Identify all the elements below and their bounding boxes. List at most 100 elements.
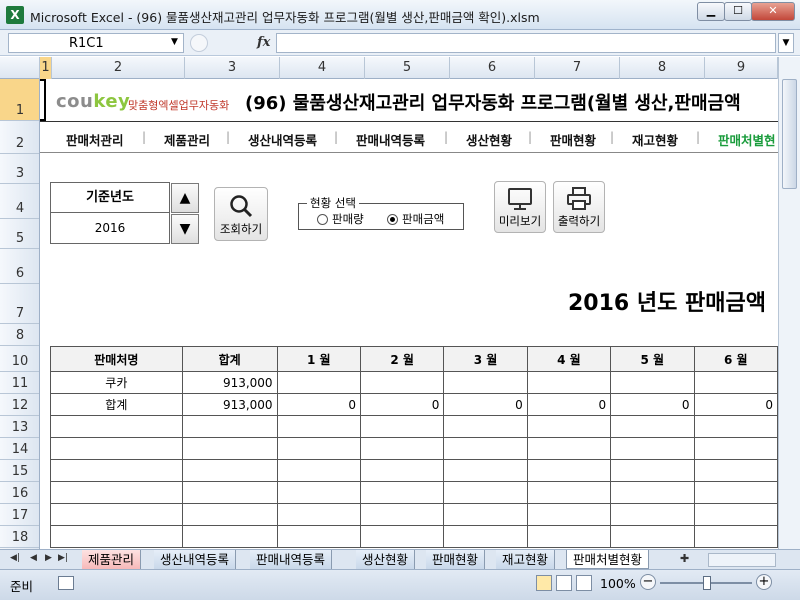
sheet-tab[interactable]: 제품관리 (82, 550, 142, 569)
row-header[interactable]: 6 (0, 249, 39, 284)
sheet-tab[interactable]: 생산현황 (356, 550, 416, 569)
maximize-button[interactable]: ☐ (724, 2, 752, 21)
table-cell[interactable] (443, 503, 528, 526)
print-button[interactable]: 출력하기 (553, 181, 605, 233)
table-cell[interactable] (276, 415, 361, 438)
prev-sheet-icon[interactable]: ◀ (30, 553, 37, 563)
chevron-down-icon[interactable]: ▼ (171, 37, 178, 47)
print-preview-button[interactable]: 미리보기 (494, 181, 546, 233)
sheet-tab[interactable]: 판매현황 (426, 550, 486, 569)
zoom-slider-thumb[interactable] (703, 576, 711, 590)
table-header-cell[interactable]: 6 월 (693, 346, 778, 372)
table-cell[interactable]: 0 (276, 393, 361, 416)
table-cell[interactable] (359, 525, 445, 548)
table-cell[interactable]: 913,000 (181, 393, 278, 416)
table-cell[interactable] (526, 415, 612, 438)
table-cell[interactable] (443, 525, 528, 548)
row-header[interactable]: 5 (0, 219, 39, 249)
table-cell[interactable] (359, 437, 445, 460)
sheet-tab[interactable]: 판매내역등록 (250, 550, 333, 569)
table-cell[interactable] (693, 437, 778, 460)
table-cell[interactable] (359, 459, 445, 482)
search-button[interactable]: 조회하기 (214, 187, 268, 241)
sheet-tab[interactable]: 재고현황 (496, 550, 556, 569)
column-header[interactable]: 3 (185, 57, 280, 79)
table-cell[interactable] (276, 525, 361, 548)
menu-item[interactable]: 생산현황 (466, 130, 512, 149)
base-year-value[interactable]: 2016 (51, 213, 169, 243)
table-cell[interactable] (359, 415, 445, 438)
row-header[interactable]: 3 (0, 154, 39, 184)
table-cell[interactable] (181, 459, 278, 482)
table-cell[interactable] (181, 437, 278, 460)
column-header[interactable]: 6 (450, 57, 535, 79)
insert-sheet-icon[interactable]: ✚ (680, 552, 689, 565)
row-header[interactable]: 1 (0, 79, 39, 121)
column-header[interactable]: 7 (535, 57, 620, 79)
zoom-level[interactable]: 100% (600, 576, 636, 591)
table-cell[interactable] (610, 503, 695, 526)
menu-item[interactable]: 판매현황 (550, 130, 596, 149)
insert-function-icon[interactable]: fx (257, 35, 270, 50)
row-header[interactable]: 7 (0, 284, 39, 324)
menu-item[interactable]: 생산내역등록 (248, 130, 317, 149)
table-cell[interactable] (443, 437, 528, 460)
column-header[interactable]: 8 (620, 57, 705, 79)
row-header[interactable]: 10 (0, 346, 39, 372)
horizontal-scrollbar[interactable] (708, 553, 776, 567)
row-header[interactable]: 18 (0, 526, 39, 548)
table-cell[interactable] (181, 415, 278, 438)
table-cell[interactable] (610, 437, 695, 460)
table-cell[interactable] (443, 371, 528, 394)
table-cell[interactable] (610, 459, 695, 482)
row-header[interactable]: 13 (0, 416, 39, 438)
year-down-button[interactable]: ▼ (171, 214, 199, 244)
table-header-cell[interactable]: 합계 (181, 346, 278, 372)
table-cell[interactable] (526, 371, 612, 394)
table-cell[interactable] (181, 525, 278, 548)
table-cell[interactable] (693, 415, 778, 438)
formula-input[interactable] (276, 33, 776, 53)
table-header-cell[interactable]: 5 월 (610, 346, 695, 372)
table-cell[interactable]: 0 (359, 393, 445, 416)
table-cell[interactable] (443, 481, 528, 504)
column-header[interactable]: 1 (40, 57, 52, 79)
menu-item[interactable]: 제품관리 (164, 130, 210, 149)
row-header[interactable]: 14 (0, 438, 39, 460)
vertical-scrollbar[interactable] (778, 57, 800, 549)
column-header[interactable]: 9 (705, 57, 778, 79)
table-cell[interactable]: 913,000 (181, 371, 278, 394)
table-cell[interactable] (443, 415, 528, 438)
table-cell[interactable] (276, 503, 361, 526)
table-cell[interactable] (359, 503, 445, 526)
table-cell[interactable] (693, 371, 778, 394)
table-cell[interactable] (50, 415, 183, 438)
table-cell[interactable] (610, 481, 695, 504)
page-break-view-icon[interactable] (576, 575, 592, 591)
table-cell[interactable] (526, 503, 612, 526)
table-cell[interactable] (693, 481, 778, 504)
table-cell[interactable] (359, 481, 445, 504)
last-sheet-icon[interactable]: ▶| (58, 553, 68, 563)
table-cell[interactable] (359, 371, 445, 394)
expand-formula-bar-icon[interactable]: ▼ (778, 33, 794, 53)
record-macro-icon[interactable] (58, 576, 74, 590)
close-button[interactable]: ✕ (751, 2, 795, 21)
table-cell[interactable] (276, 481, 361, 504)
table-header-cell[interactable]: 4 월 (526, 346, 612, 372)
sheet-tab[interactable]: 판매처별현황 (566, 550, 650, 569)
worksheet[interactable]: coukey 맞춤형엑셀업무자동화 (96) 물품생산재고관리 업무자동화 프로… (40, 79, 778, 549)
normal-view-icon[interactable] (536, 575, 552, 591)
table-cell[interactable] (610, 371, 695, 394)
table-cell[interactable] (526, 525, 612, 548)
table-cell[interactable] (50, 503, 183, 526)
menu-item[interactable]: 판매처별현 (718, 130, 776, 149)
table-cell[interactable] (276, 437, 361, 460)
table-header-cell[interactable]: 1 월 (276, 346, 361, 372)
name-box[interactable]: R1C1 ▼ (8, 33, 184, 53)
table-header-cell[interactable]: 2 월 (359, 346, 445, 372)
vertical-scroll-thumb[interactable] (782, 79, 797, 189)
menu-item[interactable]: 판매처관리 (66, 130, 124, 149)
table-cell[interactable] (50, 459, 183, 482)
table-cell[interactable] (181, 503, 278, 526)
